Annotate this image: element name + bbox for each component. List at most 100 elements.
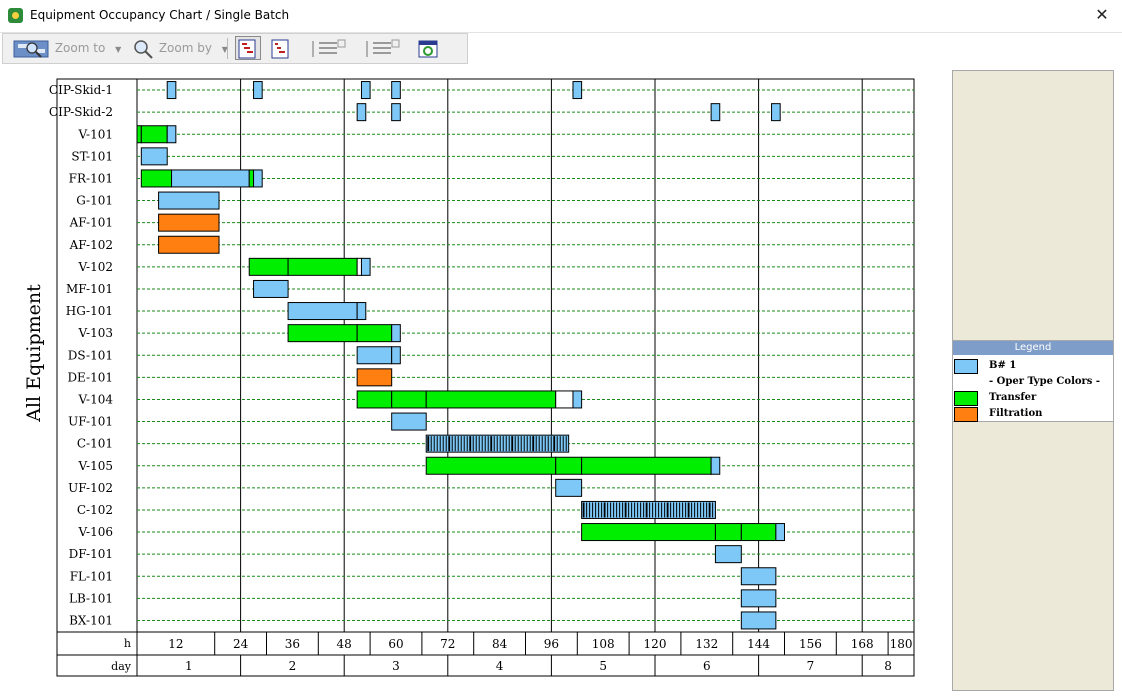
- occupancy-chart: CIP-Skid-1 CIP-Skid-2 V-101 ST-101 FR-101 G-1…: [23, 78, 915, 677]
- legend-transfer-swatch: [954, 391, 978, 406]
- row-label: UF-101: [68, 415, 113, 429]
- occupancy-bar: [740, 611, 777, 630]
- row-label: ST-101: [71, 149, 113, 163]
- row-label: V-102: [77, 260, 113, 274]
- h-tick-label: 72: [440, 637, 455, 651]
- occupancy-bar: [572, 81, 583, 100]
- occupancy-bar: [171, 169, 250, 188]
- occupancy-bar: [248, 169, 255, 188]
- row-label: C-101: [77, 437, 113, 451]
- h-tick-label: 132: [695, 637, 718, 651]
- occupancy-bar: [253, 279, 289, 298]
- occupancy-bar: [166, 81, 177, 100]
- occupancy-bar: [287, 302, 358, 321]
- day-label: 7: [807, 659, 815, 673]
- occupancy-bar: [356, 346, 393, 365]
- occupancy-bar: [140, 125, 168, 144]
- row-label: UF-102: [68, 481, 113, 495]
- occupancy-bar: [710, 456, 721, 475]
- occupancy-bar: [356, 390, 393, 409]
- occupancy-bar: [391, 390, 427, 409]
- row-label: V-106: [77, 525, 113, 539]
- row-label: V-105: [77, 459, 113, 473]
- h-tick-label: 144: [747, 637, 770, 651]
- row-label: CIP-Skid-2: [49, 105, 113, 119]
- occupancy-bar: [775, 523, 785, 542]
- h-tick-label: 180: [890, 637, 913, 651]
- legend-filtration-swatch: [954, 407, 978, 422]
- day-label: 2: [289, 659, 297, 673]
- occupancy-bar: [360, 257, 371, 276]
- occupancy-bar: [391, 81, 401, 100]
- occupancy-bar: [140, 147, 168, 166]
- row-label: C-102: [77, 503, 113, 517]
- occupancy-bar: [356, 368, 393, 387]
- row-label: DF-101: [69, 547, 113, 561]
- day-label: 3: [392, 659, 400, 673]
- day-label: 5: [599, 659, 607, 673]
- occupancy-bar: [356, 103, 367, 122]
- row-label: FL-101: [70, 569, 113, 583]
- day-label: 1: [185, 659, 193, 673]
- occupancy-bar: [158, 213, 220, 232]
- occupancy-bar: [253, 169, 263, 188]
- row-label: G-101: [76, 194, 113, 208]
- occupancy-bar: [740, 567, 777, 586]
- day-label: 4: [496, 659, 504, 673]
- row-label: DS-101: [68, 348, 113, 362]
- occupancy-bar: [356, 257, 362, 276]
- row-label: V-103: [77, 326, 113, 340]
- y-axis-title: All Equipment: [23, 284, 45, 423]
- axis-h-label: h: [124, 637, 131, 650]
- occupancy-bar: [287, 324, 358, 343]
- legend-subheader-row: - Oper Type Colors -: [953, 374, 1113, 390]
- h-tick-label: 120: [644, 637, 667, 651]
- occupancy-bar: [248, 257, 289, 276]
- occupancy-bar: [771, 103, 781, 122]
- occupancy-bar: [253, 81, 263, 100]
- occupancy-bar: [714, 545, 742, 564]
- h-tick-label: 168: [851, 637, 874, 651]
- row-label: AF-102: [69, 238, 113, 252]
- occupancy-bar: [136, 125, 142, 144]
- h-tick-label: 24: [233, 637, 249, 651]
- occupancy-bar: [555, 478, 583, 497]
- row-label: V-104: [77, 392, 113, 406]
- h-tick-label: 96: [544, 637, 559, 651]
- legend-filtration-label: Filtration: [989, 408, 1043, 419]
- row-label: BX-101: [69, 613, 113, 627]
- legend: Legend B# 1 - Oper Type Colors - Transfe…: [952, 340, 1114, 422]
- occupancy-bar: [158, 191, 220, 210]
- row-label: DE-101: [67, 370, 113, 384]
- close-button[interactable]: ✕: [1090, 4, 1114, 26]
- occupancy-bar: [572, 390, 583, 409]
- legend-batch-swatch: [954, 359, 978, 374]
- h-tick-label: 84: [492, 637, 508, 651]
- row-label: MF-101: [66, 282, 113, 296]
- legend-title: Legend: [953, 341, 1113, 355]
- occupancy-bar: [425, 390, 557, 409]
- occupancy-bar: [740, 523, 777, 542]
- occupancy-bar: [158, 235, 220, 254]
- legend-transfer-label: Transfer: [989, 392, 1037, 403]
- h-tick-label: 36: [285, 637, 300, 651]
- legend-transfer-row: Transfer: [953, 390, 1113, 406]
- occupancy-bar: [581, 456, 712, 475]
- occupancy-bar: [360, 81, 371, 100]
- legend-batch-label: B# 1: [989, 360, 1017, 371]
- occupancy-bar: [391, 324, 401, 343]
- occupancy-bar: [166, 125, 177, 144]
- occupancy-bar: [710, 103, 721, 122]
- occupancy-bar: [391, 412, 427, 431]
- row-label: CIP-Skid-1: [49, 83, 113, 97]
- occupancy-bar: [356, 302, 367, 321]
- h-tick-label: 108: [592, 637, 615, 651]
- h-tick-label: 60: [388, 637, 403, 651]
- occupancy-bar: [555, 390, 574, 409]
- chart-frame: [56, 78, 915, 677]
- occupancy-bar: [356, 324, 393, 343]
- legend-filtration-row: Filtration: [953, 406, 1113, 422]
- occupancy-bar: [140, 169, 173, 188]
- occupancy-bar: [740, 589, 777, 608]
- row-label: V-101: [77, 127, 113, 141]
